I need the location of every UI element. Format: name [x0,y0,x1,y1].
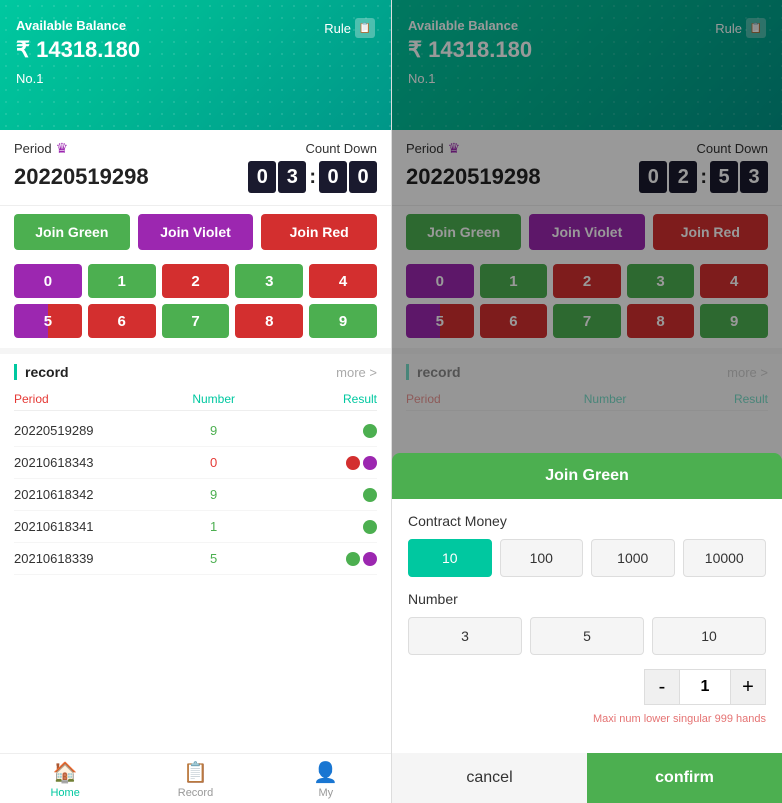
left-num-5[interactable]: 5 [14,304,82,338]
record-icon: 📋 [183,760,208,785]
left-record-row-3: 20210618342 9 [14,479,377,511]
left-nav-my[interactable]: 👤 My [261,760,391,799]
number-10-button[interactable]: 10 [652,617,766,655]
money-10-button[interactable]: 10 [408,539,492,577]
overlay-actions: cancel confirm [392,753,782,803]
left-record-section: record more > Period Number Result 20220… [0,354,391,761]
left-num-6[interactable]: 6 [88,304,156,338]
left-record-more[interactable]: more > [336,365,377,380]
left-nav-home[interactable]: 🏠 Home [0,760,130,799]
right-overlay: Join Green Contract Money 10 100 1000 10… [392,0,782,803]
overlay-join-green-button[interactable]: Join Green [392,453,782,499]
overlay-body: Contract Money 10 100 1000 10000 Number … [392,499,782,753]
my-icon: 👤 [313,760,338,785]
left-th-number: Number [159,392,268,406]
left-num-0[interactable]: 0 [14,264,82,298]
money-options: 10 100 1000 10000 [408,539,766,577]
number-options: 3 5 10 [408,617,766,655]
left-number-grid: 0 1 2 3 4 5 6 7 8 9 [0,258,391,348]
countdown-d3: 0 [319,161,347,193]
left-record-row-4: 20210618341 1 [14,511,377,543]
left-nav-record[interactable]: 📋 Record [130,760,260,799]
right-panel: Available Balance ₹ 14318.180 Rule 📋 No.… [391,0,782,803]
left-table-header: Period Number Result [14,388,377,411]
left-num-2[interactable]: 2 [162,264,230,298]
money-100-button[interactable]: 100 [500,539,584,577]
cancel-button[interactable]: cancel [392,753,587,803]
money-1000-button[interactable]: 1000 [591,539,675,577]
stepper-value: 1 [680,669,730,705]
left-join-red-button[interactable]: Join Red [261,214,377,250]
home-icon: 🏠 [53,760,78,785]
left-panel: Available Balance ₹ 14318.180 Rule 📋 No.… [0,0,391,803]
left-header: Available Balance ₹ 14318.180 Rule 📋 No.… [0,0,391,130]
number-5-button[interactable]: 5 [530,617,644,655]
left-record-row-2: 20210618343 0 [14,447,377,479]
left-record-row-5: 20210618339 5 [14,543,377,575]
countdown-d4: 0 [349,161,377,193]
left-period-label: Period [14,141,52,156]
left-no-label: No.1 [16,71,375,86]
left-nav-my-label: My [318,787,333,799]
left-bottom-nav: 🏠 Home 📋 Record 👤 My [0,753,391,803]
stepper-minus-button[interactable]: - [644,669,680,705]
confirm-button[interactable]: confirm [587,753,782,803]
money-10000-button[interactable]: 10000 [683,539,767,577]
countdown-d1: 0 [248,161,276,193]
left-nav-record-label: Record [178,787,213,799]
crown-icon: ♛ [56,140,69,157]
left-num-4[interactable]: 4 [309,264,377,298]
countdown-d2: 3 [278,161,306,193]
left-period-section: Period ♛ Count Down 20220519298 0 3 : 0 … [0,130,391,206]
left-balance-amount: ₹ 14318.180 [16,37,140,63]
left-num-1[interactable]: 1 [88,264,156,298]
stepper-plus-button[interactable]: + [730,669,766,705]
contract-money-label: Contract Money [408,513,766,529]
left-join-green-button[interactable]: Join Green [14,214,130,250]
left-join-buttons: Join Green Join Violet Join Red [0,206,391,258]
left-join-violet-button[interactable]: Join Violet [138,214,254,250]
left-num-8[interactable]: 8 [235,304,303,338]
left-countdown: 0 3 : 0 0 [248,161,377,193]
left-rule-button[interactable]: Rule 📋 [324,18,375,38]
number-3-button[interactable]: 3 [408,617,522,655]
left-num-3[interactable]: 3 [235,264,303,298]
left-th-period: Period [14,392,159,406]
maxi-note: Maxi num lower singular 999 hands [408,713,766,725]
left-th-result: Result [268,392,377,406]
left-record-row-1: 20220519289 9 [14,415,377,447]
left-num-9[interactable]: 9 [309,304,377,338]
left-nav-home-label: Home [50,787,79,799]
left-num-7[interactable]: 7 [162,304,230,338]
left-balance-label: Available Balance [16,18,140,33]
number-label: Number [408,591,766,607]
rule-icon: 📋 [355,18,375,38]
stepper-row: - 1 + [408,669,766,705]
left-record-title: record [14,364,69,380]
left-countdown-label: Count Down [305,141,377,156]
overlay-sheet: Join Green Contract Money 10 100 1000 10… [392,453,782,803]
left-period-number: 20220519298 [14,164,149,190]
